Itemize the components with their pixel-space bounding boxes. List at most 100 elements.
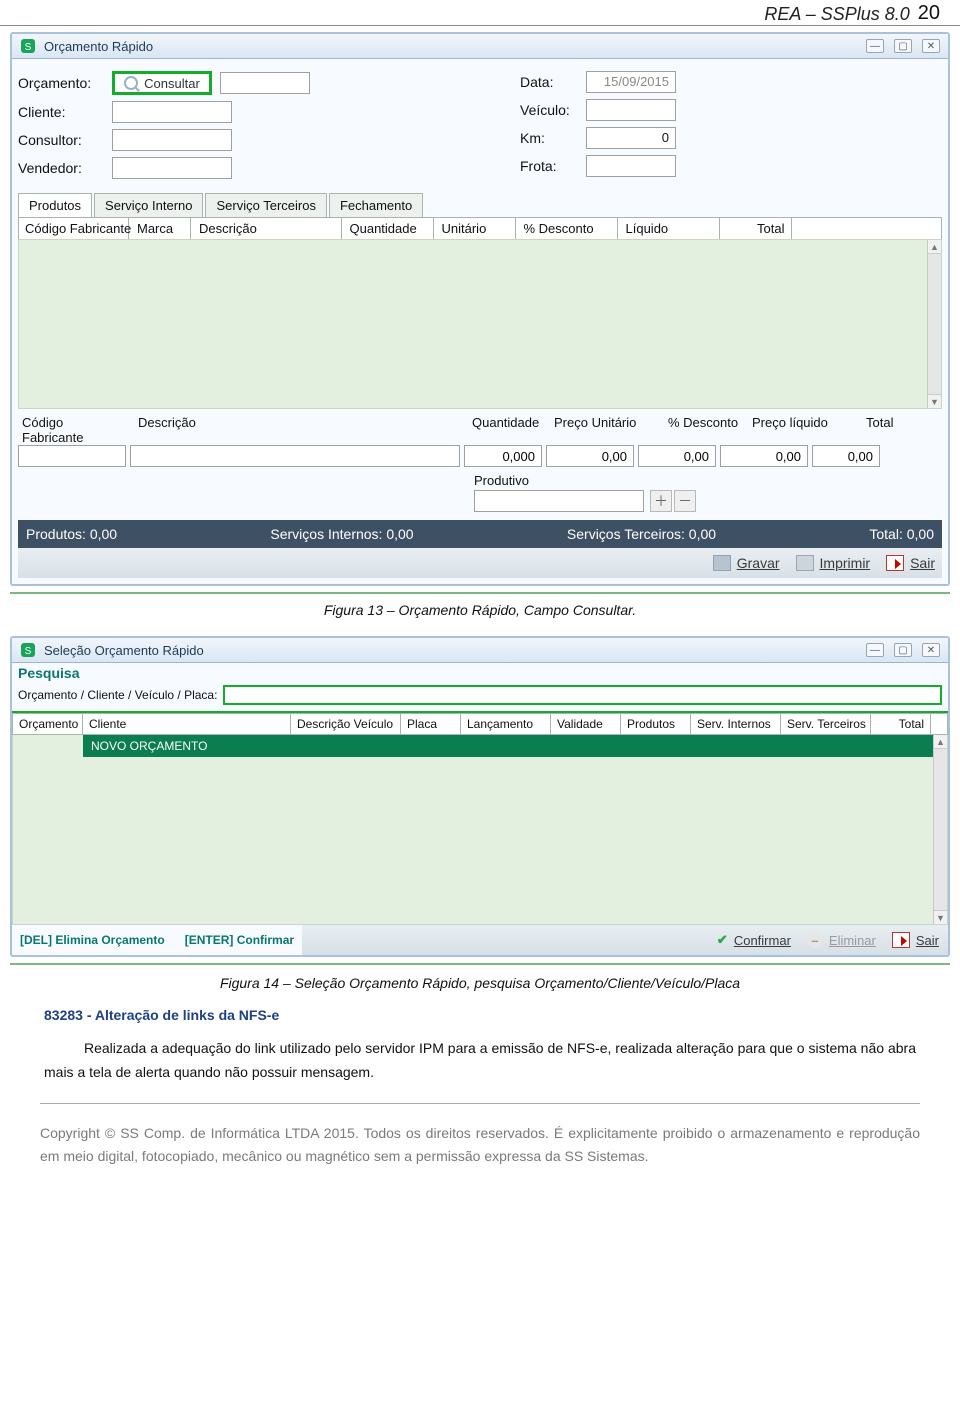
exit-button[interactable]: Sair: [885, 554, 936, 572]
edit-col-quantidade: Quantidade: [468, 415, 546, 445]
row-novo-orcamento[interactable]: NOVO ORÇAMENTO: [83, 735, 933, 757]
svg-text:S: S: [25, 42, 32, 53]
consultor-input[interactable]: [112, 129, 232, 151]
vendedor-input[interactable]: [112, 157, 232, 179]
label-km: Km:: [520, 130, 578, 146]
edit-pu-input[interactable]: [546, 445, 634, 467]
qty-plus-button[interactable]: ＋: [650, 490, 672, 512]
edit-codigo-input[interactable]: [18, 445, 126, 467]
tab-servico-interno[interactable]: Serviço Interno: [94, 193, 203, 217]
page-number: 20: [918, 2, 940, 25]
orcamento-input[interactable]: [220, 72, 310, 94]
label-data: Data:: [520, 74, 578, 90]
col-liquido: Líquido: [620, 218, 720, 239]
window-maximize[interactable]: ▢: [894, 643, 912, 657]
col-scroll-spacer: [794, 218, 942, 239]
edit-qt-input[interactable]: [464, 445, 542, 467]
edit-col-descricao: Descrição: [134, 415, 464, 445]
edit-col-codigo: Código Fabricante: [18, 415, 130, 445]
svg-text:S: S: [25, 646, 32, 657]
col-codigo: Código Fabricante: [19, 218, 129, 239]
window-title: Seleção Orçamento Rápido: [44, 643, 204, 658]
frota-input[interactable]: [586, 155, 676, 177]
print-icon: [796, 555, 814, 571]
window-close[interactable]: ✕: [922, 643, 940, 657]
col-desconto: % Desconto: [518, 218, 618, 239]
qty-minus-button[interactable]: －: [674, 490, 696, 512]
edit-desc-input[interactable]: [638, 445, 716, 467]
scrollbar[interactable]: ▲ ▼: [933, 735, 947, 924]
save-button[interactable]: Gravar: [712, 554, 781, 572]
label-vendedor: Vendedor:: [18, 160, 104, 176]
consult-label: Consultar: [144, 76, 200, 91]
edit-header: Código Fabricante Descrição Quantidade P…: [18, 415, 942, 445]
print-button[interactable]: Imprimir: [795, 554, 872, 572]
divider: [10, 963, 950, 965]
scroll-down-icon[interactable]: ▼: [934, 910, 947, 924]
grid2-body[interactable]: NOVO ORÇAMENTO ▲ ▼: [12, 735, 948, 925]
window-minimize[interactable]: —: [866, 643, 884, 657]
tab-servico-terceiros[interactable]: Serviço Terceiros: [205, 193, 326, 217]
edit-col-liquido: Preço líquido: [748, 415, 858, 445]
hint-enter: [ENTER] Confirmar: [185, 933, 294, 947]
save-label: Gravar: [737, 555, 780, 571]
label-cliente: Cliente:: [18, 104, 104, 120]
col-scroll-spacer: [931, 714, 947, 734]
col-total: Total: [871, 714, 931, 734]
col-desc-veiculo: Descrição Veículo: [291, 714, 401, 734]
col-serv-terceiros: Serv. Terceiros: [781, 714, 871, 734]
confirm-label: Confirmar: [734, 933, 791, 948]
produtivo-input[interactable]: [474, 490, 644, 512]
check-icon: [717, 932, 728, 948]
divider: [10, 592, 950, 594]
label-frota: Frota:: [520, 158, 578, 174]
col-validade: Validade: [551, 714, 621, 734]
cliente-input[interactable]: [112, 101, 232, 123]
hint-delete: [DEL] Elimina Orçamento: [20, 933, 165, 947]
edit-total-input[interactable]: [812, 445, 880, 467]
grid-body[interactable]: ▲ ▼: [18, 239, 942, 409]
app-icon: S: [20, 38, 36, 54]
section-pesquisa: Pesquisa: [12, 663, 948, 683]
col-placa: Placa: [401, 714, 461, 734]
exit-icon: [886, 555, 904, 571]
col-marca: Marca: [131, 218, 191, 239]
scroll-down-icon[interactable]: ▼: [928, 394, 941, 408]
tab-produtos[interactable]: Produtos: [18, 193, 92, 217]
minus-icon: –: [807, 932, 823, 948]
scrollbar[interactable]: ▲ ▼: [927, 240, 941, 408]
col-serv-internos: Serv. Internos: [691, 714, 781, 734]
section-paragraph: Realizada a adequação do link utilizado …: [44, 1037, 916, 1085]
doc-header: REA – SSPlus 8.0 20: [0, 0, 960, 26]
totals-total: Total: 0,00: [869, 526, 934, 542]
tab-fechamento[interactable]: Fechamento: [329, 193, 423, 217]
data-input[interactable]: 15/09/2015: [586, 71, 676, 93]
edit-col-total: Total: [862, 415, 932, 445]
scroll-up-icon[interactable]: ▲: [928, 240, 941, 254]
window-selecao-orcamento: S Seleção Orçamento Rápido — ▢ ✕ Pesquis…: [10, 636, 950, 957]
label-veiculo: Veículo:: [520, 102, 578, 118]
window-maximize[interactable]: ▢: [894, 39, 912, 53]
shortcut-hints: [DEL] Elimina Orçamento [ENTER] Confirma…: [12, 927, 302, 953]
scroll-up-icon[interactable]: ▲: [934, 735, 947, 749]
footer-text: Copyright © SS Comp. de Informática LTDA…: [40, 1122, 920, 1170]
consult-button[interactable]: Consultar: [112, 71, 212, 95]
grid2-header: Orçamento Cliente Descrição Veículo Plac…: [12, 713, 948, 735]
edit-liq-input[interactable]: [720, 445, 808, 467]
print-label: Imprimir: [820, 555, 871, 571]
label-consultor: Consultor:: [18, 132, 104, 148]
veiculo-input[interactable]: [586, 99, 676, 121]
col-lancamento: Lançamento: [461, 714, 551, 734]
confirm-button[interactable]: Confirmar: [716, 931, 792, 949]
edit-descricao-input[interactable]: [130, 445, 460, 467]
window-minimize[interactable]: —: [866, 39, 884, 53]
delete-button[interactable]: –Eliminar: [806, 931, 877, 949]
search-input[interactable]: [223, 685, 942, 705]
window-close[interactable]: ✕: [922, 39, 940, 53]
km-input[interactable]: 0: [586, 127, 676, 149]
exit-button[interactable]: Sair: [891, 931, 940, 949]
delete-label: Eliminar: [829, 933, 876, 948]
search-icon: [124, 76, 138, 90]
label-produtivo: Produtivo: [474, 473, 696, 488]
search-label: Orçamento / Cliente / Veículo / Placa:: [18, 688, 217, 702]
